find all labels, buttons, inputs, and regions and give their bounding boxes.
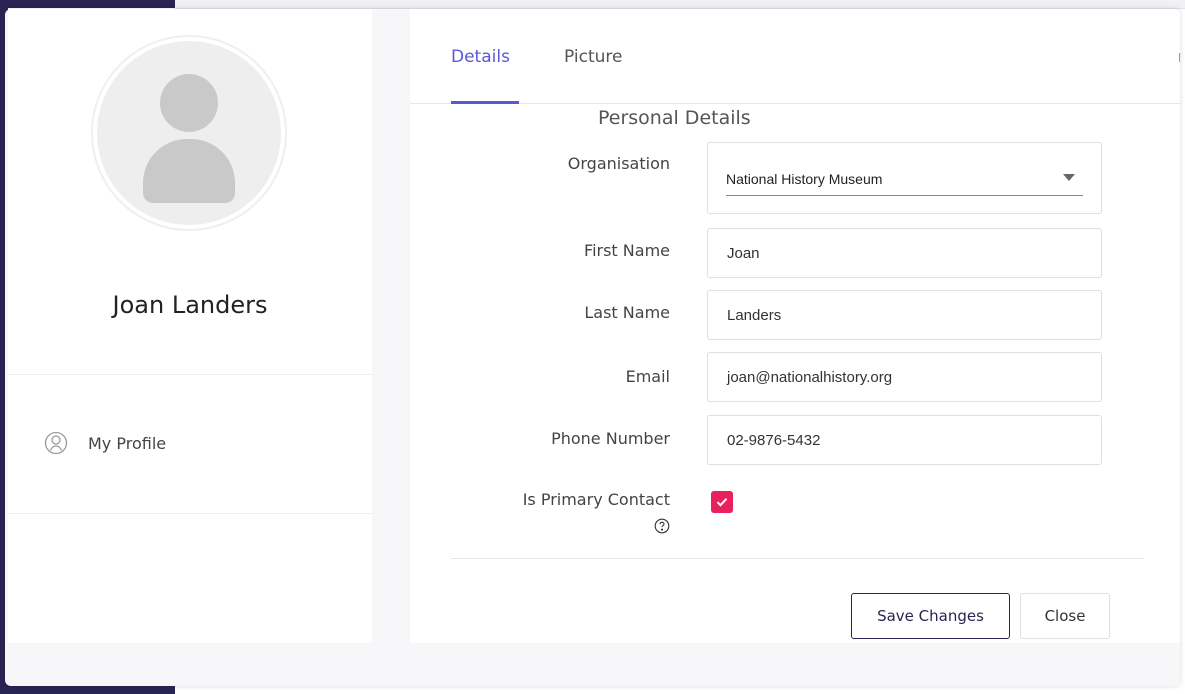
chevron-down-icon [1063, 174, 1075, 181]
email-field[interactable]: joan@nationalhistory.org [707, 352, 1102, 402]
divider [8, 513, 372, 514]
checkmark-icon [716, 498, 728, 507]
save-changes-button[interactable]: Save Changes [851, 593, 1010, 639]
background-header [175, 0, 1185, 9]
avatar [91, 35, 287, 231]
profile-name: Joan Landers [112, 291, 268, 319]
close-button[interactable]: Close [1020, 593, 1110, 639]
nav-item-my-profile[interactable]: My Profile [42, 429, 166, 457]
phone-number-label: Phone Number [551, 429, 670, 448]
last-name-field[interactable]: Landers [707, 290, 1102, 340]
organisation-select-value[interactable]: National History Museum [726, 162, 1083, 196]
last-name-label: Last Name [584, 303, 670, 322]
divider [451, 558, 1144, 559]
first-name-label: First Name [584, 241, 670, 260]
first-name-field[interactable]: Joan [707, 228, 1102, 278]
user-icon [42, 429, 70, 457]
nav-item-label: My Profile [88, 433, 167, 453]
divider [8, 374, 372, 375]
avatar-head [160, 74, 218, 132]
active-tab-indicator [451, 101, 519, 104]
email-label: Email [625, 367, 670, 386]
section-title: Personal Details [598, 107, 751, 129]
avatar-placeholder-icon [97, 41, 281, 225]
organisation-value: National History Museum [726, 170, 883, 187]
phone-number-field[interactable]: 02-9876-5432 [707, 415, 1102, 465]
question-circle-icon[interactable] [654, 518, 670, 534]
primary-contact-label: Is Primary Contact [522, 490, 670, 509]
organisation-label: Organisation [567, 154, 670, 173]
primary-contact-checkbox[interactable] [711, 491, 733, 513]
organisation-select[interactable]: National History Museum [707, 142, 1102, 214]
tab-bar: Details Picture r [410, 9, 1180, 104]
truncated-text: r [1178, 47, 1180, 67]
tab-details[interactable]: Details [451, 47, 510, 67]
avatar-body [143, 139, 235, 203]
details-card: Details Picture r Personal Details Organ… [410, 9, 1180, 643]
tab-picture[interactable]: Picture [564, 47, 622, 67]
background-sidebar-top [0, 0, 175, 8]
profile-summary-card: Joan Landers My Profile [8, 9, 372, 643]
profile-modal: Joan Landers My Profile Details Picture … [5, 9, 1180, 686]
